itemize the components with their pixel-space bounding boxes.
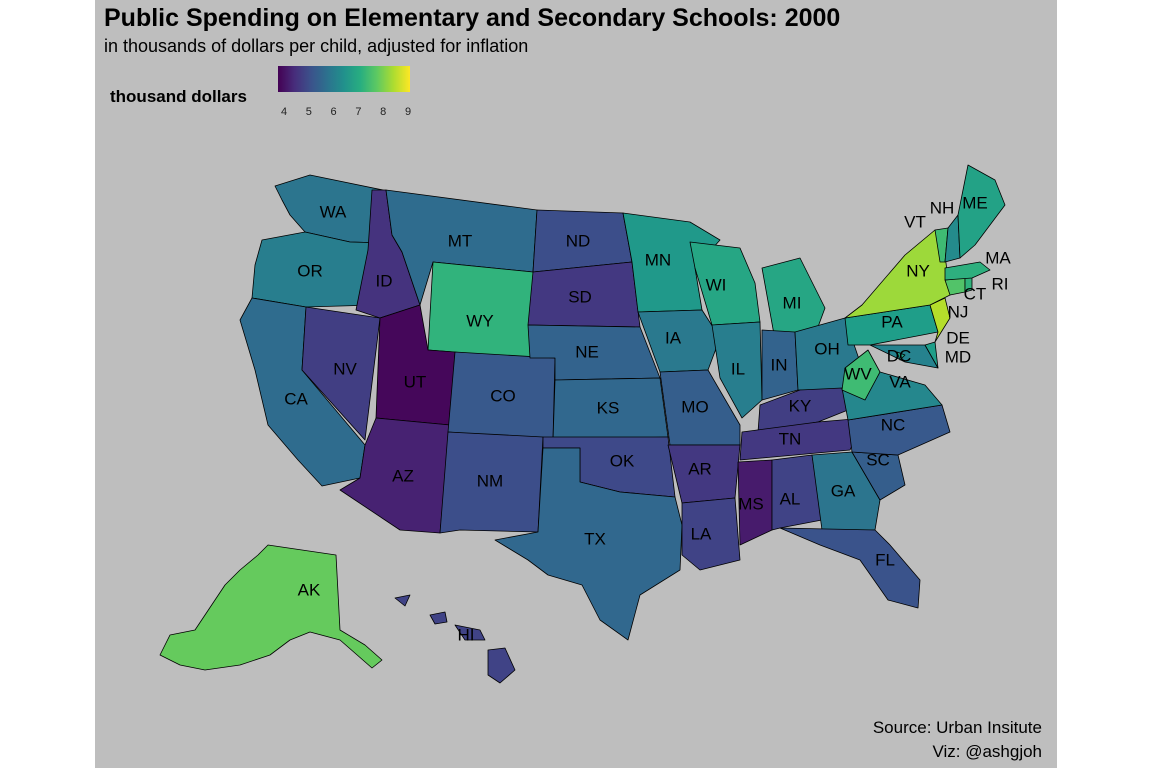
state-label-ga: GA <box>831 481 856 500</box>
state-label-sd: SD <box>568 287 592 306</box>
state-fl <box>779 527 921 609</box>
caption-viz: Viz: @ashgjoh <box>932 742 1042 761</box>
state-label-ne: NE <box>575 342 599 361</box>
state-label-de: DE <box>946 328 970 347</box>
state-label-wa: WA <box>320 202 347 221</box>
state-label-co: CO <box>490 386 516 405</box>
state-label-ok: OK <box>610 451 635 470</box>
state-label-or: OR <box>297 261 323 280</box>
state-label-hi: HI <box>458 625 475 644</box>
state-nh <box>944 214 961 263</box>
state-label-al: AL <box>780 489 801 508</box>
state-label-az: AZ <box>392 466 414 485</box>
state-label-vt: VT <box>904 212 926 231</box>
caption-source: Source: Urban Insitute <box>872 718 1042 737</box>
state-label-dc: DC <box>887 346 912 365</box>
state-label-ca: CA <box>284 389 308 408</box>
state-label-ma: MA <box>985 248 1011 267</box>
state-label-ut: UT <box>404 372 427 391</box>
state-label-nh: NH <box>930 198 955 217</box>
state-label-wi: WI <box>706 275 727 294</box>
state-label-me: ME <box>962 193 988 212</box>
state-ak <box>159 544 383 671</box>
choropleth-map: WA OR CA NV ID MT WY UT AZ CO NM ND SD NE KS OK TX MN IA MO… <box>159 164 1011 684</box>
state-label-pa: PA <box>881 312 903 331</box>
state-label-mt: MT <box>448 231 473 250</box>
state-label-ks: KS <box>597 398 620 417</box>
state-label-ri: RI <box>992 274 1009 293</box>
state-label-ny: NY <box>906 261 930 280</box>
state-label-wv: WV <box>844 364 872 383</box>
state-label-mo: MO <box>681 397 708 416</box>
state-label-ia: IA <box>665 328 682 347</box>
state-label-ky: KY <box>789 396 812 415</box>
state-wy <box>427 261 534 359</box>
state-label-mi: MI <box>783 293 802 312</box>
state-label-tn: TN <box>779 429 802 448</box>
state-label-mn: MN <box>645 250 671 269</box>
state-label-nv: NV <box>333 359 357 378</box>
state-ma <box>944 261 991 281</box>
state-label-wy: WY <box>466 311 493 330</box>
state-label-va: VA <box>889 372 911 391</box>
state-label-ct: CT <box>964 284 987 303</box>
state-label-nm: NM <box>477 471 503 490</box>
state-label-ak: AK <box>298 580 321 599</box>
state-label-sc: SC <box>866 450 890 469</box>
state-label-tx: TX <box>584 529 606 548</box>
state-label-oh: OH <box>814 339 840 358</box>
state-label-nj: NJ <box>948 302 969 321</box>
state-label-nc: NC <box>881 415 906 434</box>
state-label-in: IN <box>771 355 788 374</box>
state-label-il: IL <box>731 359 745 378</box>
state-label-md: MD <box>945 347 971 366</box>
caption: Source: Urban Insitute Viz: @ashgjoh <box>873 716 1042 764</box>
state-hi <box>394 594 516 684</box>
state-label-nd: ND <box>566 231 591 250</box>
state-label-ar: AR <box>688 459 712 478</box>
state-label-id: ID <box>376 271 393 290</box>
state-label-fl: FL <box>875 550 895 569</box>
state-label-la: LA <box>691 524 712 543</box>
state-label-ms: MS <box>738 494 764 513</box>
